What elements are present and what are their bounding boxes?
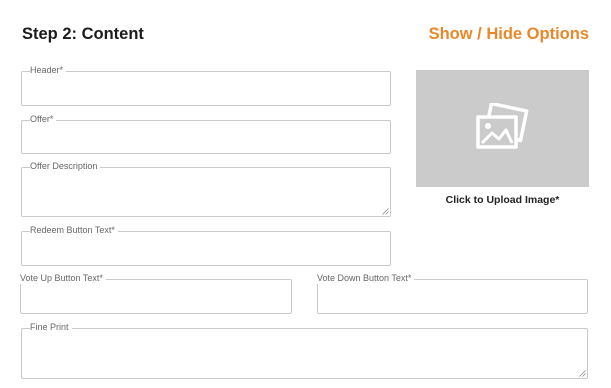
resize-handle-icon[interactable] [382,208,389,215]
header-field[interactable]: Header* [21,65,391,106]
image-upload-dropzone[interactable] [416,70,589,187]
offer-description-label: Offer Description [30,161,101,172]
header-input[interactable] [21,71,391,106]
show-hide-options-link[interactable]: Show / Hide Options [429,25,589,44]
fine-print-textarea[interactable] [21,328,588,379]
vote-down-button-text-input[interactable] [317,279,588,314]
offer-field[interactable]: Offer* [21,114,391,154]
resize-handle-icon[interactable] [579,370,586,377]
offer-description-textarea[interactable] [21,167,391,217]
section-title: Step 2: Content [22,25,144,43]
image-gallery-icon [475,102,528,149]
vote-up-button-text-input[interactable] [20,279,292,314]
upload-image-label[interactable]: Click to Upload Image* [416,194,589,206]
offer-input[interactable] [21,120,391,154]
vote-down-button-text-label: Vote Down Button Text* [317,273,415,284]
vote-up-button-text-label: Vote Up Button Text* [20,273,106,284]
vote-down-button-text-field[interactable]: Vote Down Button Text* [317,273,588,314]
redeem-button-text-label: Redeem Button Text* [30,225,118,236]
redeem-button-text-input[interactable] [21,231,391,266]
redeem-button-text-field[interactable]: Redeem Button Text* [21,225,391,266]
header-label: Header* [30,65,67,76]
offer-label: Offer* [30,114,57,125]
offer-description-field[interactable]: Offer Description [21,161,391,217]
fine-print-label: Fine Print [30,322,72,333]
fine-print-field[interactable]: Fine Print [21,322,588,379]
vote-up-button-text-field[interactable]: Vote Up Button Text* [20,273,292,314]
